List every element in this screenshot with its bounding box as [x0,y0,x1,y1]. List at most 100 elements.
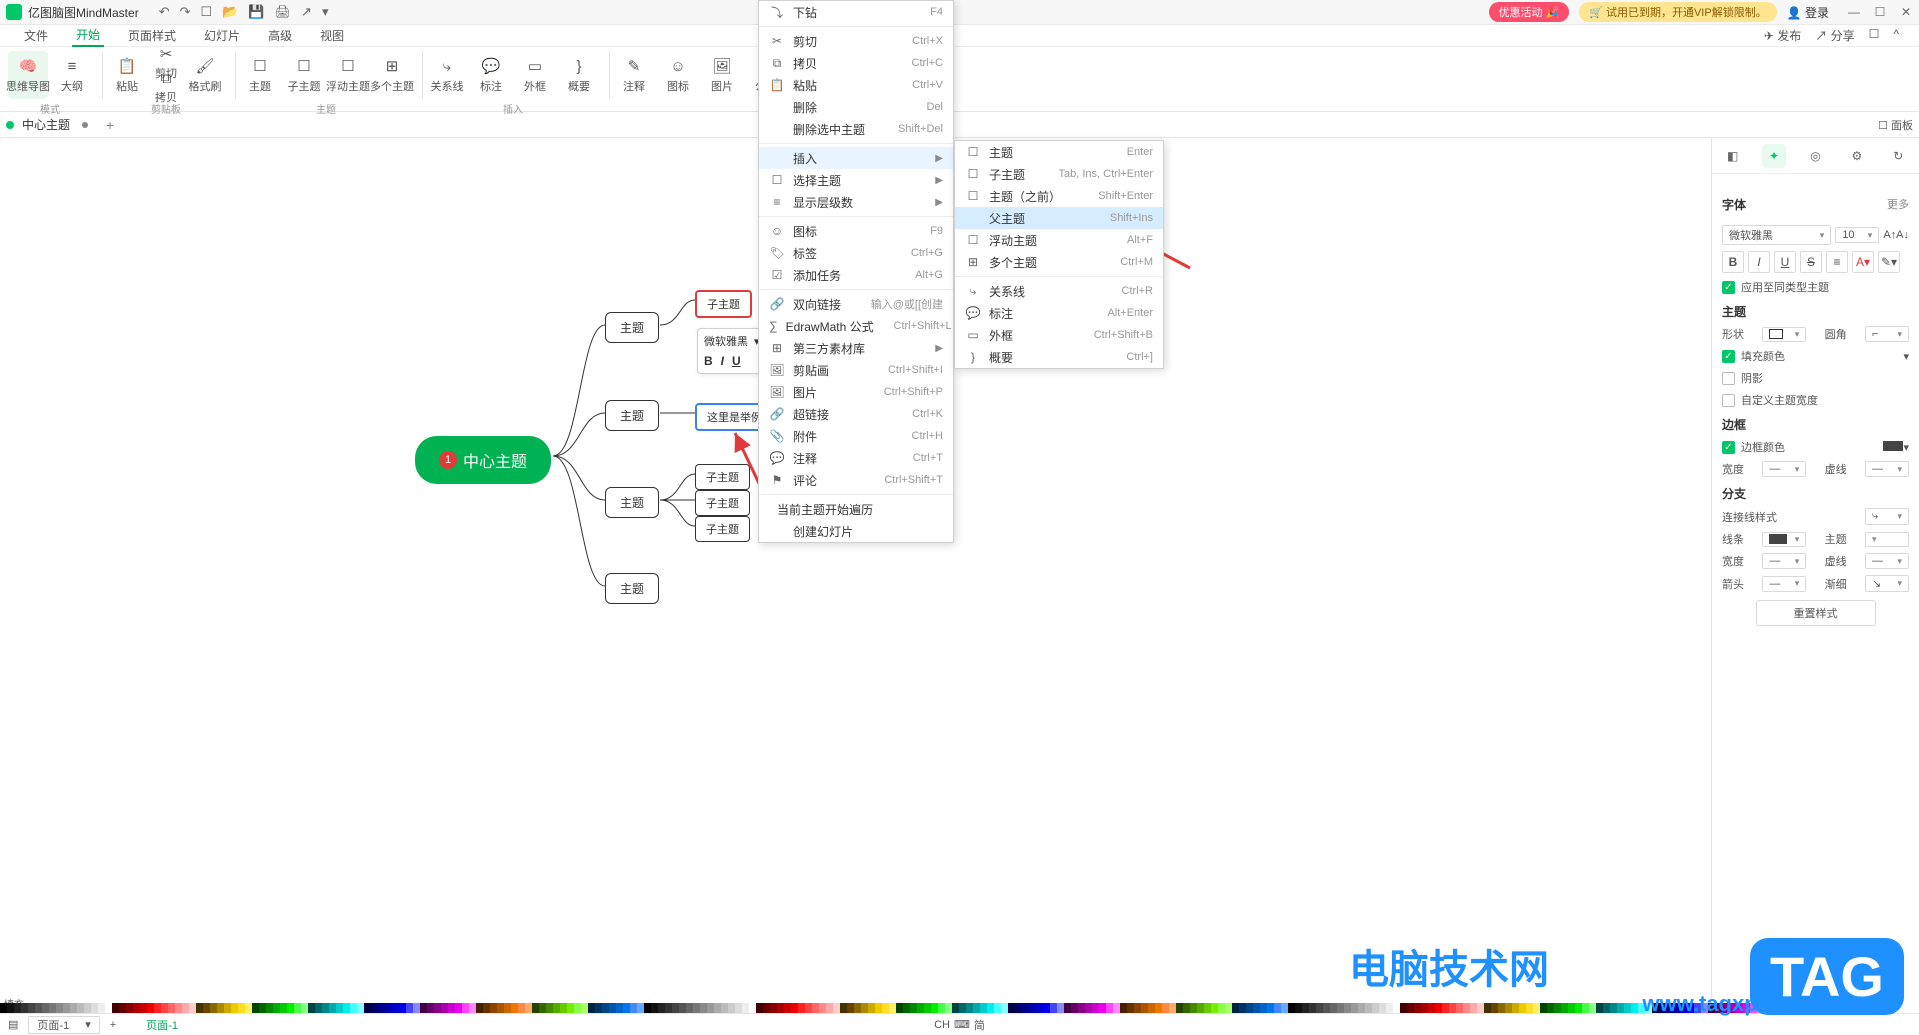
print-icon[interactable]: 🖨 [275,4,292,20]
italic-button[interactable]: I [721,354,724,368]
topic-node[interactable]: 主题 [605,487,659,518]
menu-item[interactable]: ⤵下钻F4 [759,1,953,23]
menu-start[interactable]: 开始 [72,24,104,47]
icon-button[interactable]: ☺图标 [658,51,698,99]
corner-select[interactable]: ⌐▾ [1865,326,1909,342]
arrow-select[interactable]: —▾ [1762,576,1806,592]
color-palette[interactable] [0,1003,1919,1013]
font-size-select[interactable]: 10▾ [1835,227,1879,243]
border-color-select[interactable]: ▾ [1883,441,1909,454]
menu-item[interactable]: 🖼图片Ctrl+Shift+P [759,381,953,403]
outline-mode-button[interactable]: ≡大纲 [52,51,92,99]
callout-button[interactable]: 💬标注 [471,51,511,99]
tab-title[interactable]: 中心主题 [22,116,70,133]
menu-item[interactable]: 💬注释Ctrl+T [759,447,953,469]
bold-button[interactable]: B [1722,251,1744,273]
paste-button[interactable]: 📋粘贴 [107,51,147,99]
open-icon[interactable]: 📂 [222,4,238,20]
font-color-button[interactable]: A▾ [1852,251,1874,273]
fill-color-select[interactable]: ▾ [1903,350,1909,363]
menu-file[interactable]: 文件 [20,25,52,46]
topic-node[interactable]: 主题 [605,312,659,343]
menu-item[interactable]: ⚑评论Ctrl+Shift+T [759,469,953,491]
mindmap-mode-button[interactable]: 🧠思维导图 [8,51,48,99]
center-node[interactable]: 1 中心主题 [415,436,551,484]
collapse-ribbon-icon[interactable]: ^ [1893,27,1899,44]
panel-history-icon[interactable]: ↻ [1886,144,1910,168]
menu-slides[interactable]: 幻灯片 [200,25,244,46]
menu-item[interactable]: 📎附件Ctrl+H [759,425,953,447]
menu-item[interactable]: ☐主题（之前）Shift+Enter [955,185,1163,207]
menu-item[interactable]: 父主题Shift+Ins [955,207,1163,229]
relation-button[interactable]: ⤷关系线 [427,51,467,99]
branch-dash-select[interactable]: —▾ [1865,553,1909,569]
save-icon[interactable]: 💾 [248,4,264,20]
bold-button[interactable]: B [704,354,713,368]
line-color-select[interactable]: ▾ [1762,532,1806,547]
page-tab[interactable]: 页面-1 [146,1017,178,1033]
underline-button[interactable]: U [1774,251,1796,273]
menu-item[interactable]: ☺图标F9 [759,220,953,242]
context-submenu-insert[interactable]: ☐主题Enter☐子主题Tab, Ins, Ctrl+Enter☐主题（之前）S… [954,140,1164,369]
copy-button[interactable]: ⧉拷贝 [151,75,181,99]
panel-toggle[interactable]: ☐ 面板 [1878,117,1913,133]
subtopic-node[interactable]: 子主题 [695,290,752,318]
menu-item[interactable]: ☐选择主题▶ [759,169,953,191]
subtopic-node[interactable]: 子主题 [695,516,750,542]
strike-button[interactable]: S [1800,251,1822,273]
share-button[interactable]: ↗ 分享 [1815,27,1854,44]
close-button[interactable]: ✕ [1899,5,1913,19]
menu-item[interactable]: ⧉拷贝Ctrl+C [759,52,953,74]
menu-item[interactable]: }概要Ctrl+] [955,346,1163,368]
border-color-checkbox[interactable]: ✓边框颜色▾ [1722,439,1909,455]
summary-button[interactable]: }概要 [559,51,599,99]
menu-item[interactable]: 插入▶ [759,147,953,169]
custom-width-checkbox[interactable]: 自定义主题宽度 [1722,392,1909,408]
menu-item[interactable]: 🖼剪贴画Ctrl+Shift+I [759,359,953,381]
panel-layout-icon[interactable]: ◧ [1721,144,1745,168]
menu-item[interactable]: ☐子主题Tab, Ins, Ctrl+Enter [955,163,1163,185]
font-family-select[interactable]: 微软雅黑▾ [1722,225,1831,245]
subtopic-node[interactable]: 子主题 [695,464,750,490]
redo-icon[interactable]: ↷ [180,4,191,20]
trial-badge[interactable]: 🛒 试用已到期，开通VIP解锁限制。 [1579,2,1776,22]
topic-button[interactable]: ☐主题 [240,51,280,99]
undo-icon[interactable]: ↶ [159,4,170,20]
new-icon[interactable]: ☐ [201,4,213,20]
ime-mode[interactable]: 简 [974,1017,985,1033]
format-painter-button[interactable]: 🖌格式刷 [185,51,225,99]
subtopic-button[interactable]: ☐子主题 [284,51,324,99]
italic-button[interactable]: I [1748,251,1770,273]
panel-tag-icon[interactable]: ◎ [1803,144,1827,168]
border-width-select[interactable]: —▾ [1762,461,1806,477]
branch-topic-select[interactable]: ▾ [1865,532,1909,547]
underline-button[interactable]: U [732,354,741,368]
fill-checkbox[interactable]: ✓填充颜色▾ [1722,348,1909,364]
context-menu[interactable]: ⤵下钻F4✂剪切Ctrl+X⧉拷贝Ctrl+C📋粘贴Ctrl+V删除Del删除选… [758,0,954,543]
annotation-button[interactable]: ✎注释 [614,51,654,99]
add-page-button[interactable]: + [110,1019,116,1031]
menu-item[interactable]: ▭外框Ctrl+Shift+B [955,324,1163,346]
menu-item[interactable]: ⊞第三方素材库▶ [759,337,953,359]
menu-item[interactable]: 🔗双向链接输入@或[[创建 [759,293,953,315]
lang-indicator[interactable]: CH [934,1019,950,1031]
menu-item[interactable]: 删除选中主题Shift+Del [759,118,953,140]
maximize-button[interactable]: ☐ [1873,5,1887,19]
help-icon[interactable]: ☐ [1869,27,1880,44]
border-dash-select[interactable]: —▾ [1865,461,1909,477]
shadow-checkbox[interactable]: 阴影 [1722,370,1909,386]
connector-style-select[interactable]: ⤷▾ [1865,508,1909,525]
ime-indicator[interactable]: ⌨ [954,1018,970,1031]
reset-style-button[interactable]: 重置样式 [1756,600,1876,626]
menu-item[interactable]: ☐主题Enter [955,141,1163,163]
export-icon[interactable]: ↗ [301,4,312,20]
menu-item[interactable]: 📋粘贴Ctrl+V [759,74,953,96]
topic-node[interactable]: 主题 [605,573,659,604]
menu-item[interactable]: ☐浮动主题Alt+F [955,229,1163,251]
topic-node[interactable]: 主题 [605,400,659,431]
menu-pagestyle[interactable]: 页面样式 [124,25,180,46]
new-tab-button[interactable]: + [106,117,114,133]
menu-item[interactable]: 当前主题开始遍历 [759,498,953,520]
boundary-button[interactable]: ▭外框 [515,51,555,99]
menu-item[interactable]: ✂剪切Ctrl+X [759,30,953,52]
